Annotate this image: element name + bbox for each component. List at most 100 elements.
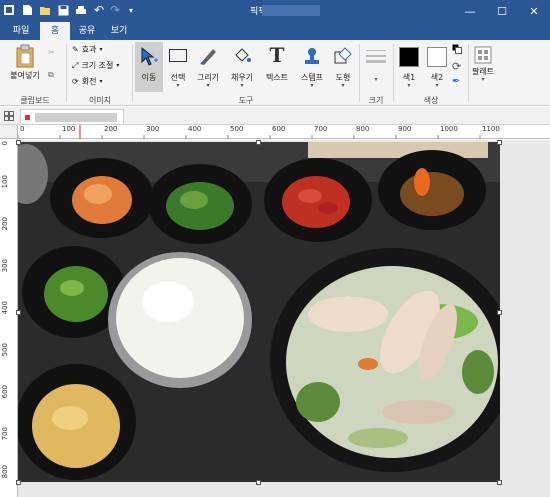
ruler-tick-label: 400 bbox=[1, 301, 9, 315]
ruler-tick-label: 900 bbox=[398, 125, 412, 133]
tab-file[interactable]: 파일 bbox=[6, 22, 36, 40]
fill-tool-button[interactable]: 채우기 ▾ bbox=[228, 42, 256, 92]
divider bbox=[132, 44, 133, 102]
resize-handle[interactable] bbox=[256, 140, 261, 145]
stroke-size-dropdown-icon[interactable]: ▾ bbox=[363, 76, 389, 83]
select-tool-button[interactable]: 선택 ▾ bbox=[164, 42, 192, 92]
cut-icon[interactable]: ✂ bbox=[48, 48, 55, 57]
canvas-area[interactable] bbox=[16, 140, 550, 497]
undo-icon[interactable]: ↶ bbox=[92, 3, 106, 17]
document-name-redacted bbox=[35, 113, 117, 122]
shape-tool-button[interactable]: 도형 ▾ bbox=[329, 42, 357, 92]
ruler-tick-label: 100 bbox=[1, 175, 9, 189]
color-group-label: 색상 bbox=[423, 96, 439, 105]
tab-view[interactable]: 보기 bbox=[104, 22, 134, 40]
ruler-tick-label: 200 bbox=[1, 217, 9, 231]
ruler-tick-label: 300 bbox=[1, 259, 9, 273]
copy-icon[interactable]: ⧉ bbox=[48, 70, 54, 80]
unsaved-indicator-icon bbox=[25, 115, 30, 120]
swap-colors-icon[interactable] bbox=[452, 44, 462, 54]
save-icon[interactable] bbox=[56, 3, 70, 17]
select-dropdown-icon[interactable]: ▾ bbox=[164, 82, 192, 89]
tab-grid-icon[interactable] bbox=[4, 111, 14, 124]
paste-button[interactable]: 붙여넣기 bbox=[4, 40, 46, 92]
minimize-button[interactable]: — bbox=[454, 0, 486, 22]
text-icon: T bbox=[269, 43, 285, 67]
move-label: 이동 bbox=[141, 73, 157, 82]
ruler-corner bbox=[0, 125, 18, 139]
ruler-tick-label: 800 bbox=[356, 125, 370, 133]
color2-button[interactable]: 색2 ▾ bbox=[424, 42, 450, 92]
divider bbox=[66, 44, 67, 102]
canvas-image[interactable] bbox=[18, 142, 500, 482]
divider bbox=[468, 44, 469, 102]
clipboard-group-label: 클립보드 bbox=[20, 96, 50, 105]
document-tab[interactable] bbox=[20, 109, 124, 124]
ruler-tick-label: 300 bbox=[146, 125, 160, 133]
ruler-tick-label: 500 bbox=[1, 343, 9, 357]
move-icon bbox=[139, 46, 159, 70]
move-tool-button[interactable]: 이동 bbox=[135, 42, 163, 92]
ruler-tick-label: 700 bbox=[314, 125, 328, 133]
resize-handle[interactable] bbox=[256, 480, 261, 485]
redo-icon[interactable]: ↷ bbox=[108, 3, 122, 17]
palette-button[interactable]: 팔레트 ▾ bbox=[470, 42, 496, 92]
customize-icon[interactable]: ▾ bbox=[124, 3, 138, 17]
ruler-tick-label: 800 bbox=[1, 465, 9, 479]
stamp-dropdown-icon[interactable]: ▾ bbox=[297, 82, 327, 89]
ruler-tick-label: 500 bbox=[230, 125, 244, 133]
ruler-tick-label: 700 bbox=[1, 427, 9, 441]
resize-label: 크기 조절 bbox=[81, 61, 114, 70]
eyedropper-icon[interactable]: ✒ bbox=[452, 76, 460, 87]
reset-colors-icon[interactable]: ⟳ bbox=[452, 60, 461, 73]
ruler-tick-label: 100 bbox=[62, 125, 76, 133]
stamp-tool-button[interactable]: 스탬프 ▾ bbox=[297, 42, 327, 92]
vertical-ruler: 0 100 200 300 400 500 600 700 800 bbox=[0, 139, 18, 497]
draw-dropdown-icon[interactable]: ▾ bbox=[194, 82, 222, 89]
open-icon[interactable] bbox=[38, 3, 52, 17]
paste-icon bbox=[15, 44, 35, 70]
app-menu-icon[interactable] bbox=[2, 3, 16, 17]
rotate-button[interactable]: ⟳ 회전 ▾ bbox=[72, 76, 102, 87]
close-button[interactable]: ✕ bbox=[518, 0, 550, 22]
color2-dropdown-icon[interactable]: ▾ bbox=[424, 82, 450, 89]
ruler-tick-label: 600 bbox=[272, 125, 286, 133]
shape-icon bbox=[333, 46, 353, 68]
image-group-label: 이미지 bbox=[88, 96, 112, 105]
ruler-tick-label: 200 bbox=[104, 125, 118, 133]
maximize-button[interactable]: ☐ bbox=[486, 0, 518, 22]
palette-icon bbox=[474, 46, 492, 66]
palette-dropdown-icon[interactable]: ▾ bbox=[470, 76, 496, 83]
resize-handle[interactable] bbox=[497, 480, 502, 485]
shape-dropdown-icon[interactable]: ▾ bbox=[329, 82, 357, 89]
ruler-tick-label: 1000 bbox=[440, 125, 458, 133]
text-tool-button[interactable]: T 텍스트 bbox=[262, 42, 292, 92]
title-filename-redacted bbox=[262, 5, 320, 16]
title-bar: ↶ ↷ ▾ 픽픽 - — ☐ ✕ bbox=[0, 0, 550, 22]
print-icon[interactable] bbox=[74, 3, 88, 17]
tab-home[interactable]: 홈 bbox=[40, 22, 70, 40]
resize-button[interactable]: ⤢ 크기 조절 ▾ bbox=[72, 60, 119, 71]
resize-handle[interactable] bbox=[16, 310, 21, 315]
resize-handle[interactable] bbox=[497, 140, 502, 145]
resize-handle[interactable] bbox=[16, 480, 21, 485]
document-tab-strip bbox=[0, 107, 550, 125]
ruler-tick-label: 400 bbox=[188, 125, 202, 133]
effect-icon: ✎ bbox=[72, 45, 79, 54]
effect-label: 효과 bbox=[81, 45, 97, 54]
stroke-size-button[interactable]: ▾ bbox=[363, 42, 389, 92]
color2-swatch bbox=[427, 47, 447, 67]
rotate-label: 회전 bbox=[81, 77, 97, 86]
ruler-tick-label: 0 bbox=[1, 141, 9, 146]
fill-dropdown-icon[interactable]: ▾ bbox=[228, 82, 256, 89]
color1-button[interactable]: 색1 ▾ bbox=[396, 42, 422, 92]
resize-handle[interactable] bbox=[497, 310, 502, 315]
ruler-tick-label: 1100 bbox=[482, 125, 500, 133]
tab-share[interactable]: 공유 bbox=[72, 22, 102, 40]
draw-tool-button[interactable]: 그리기 ▾ bbox=[194, 42, 222, 92]
color1-dropdown-icon[interactable]: ▾ bbox=[396, 82, 422, 89]
resize-handle[interactable] bbox=[16, 140, 21, 145]
ruler-tick-label: 600 bbox=[1, 385, 9, 399]
effect-button[interactable]: ✎ 효과 ▾ bbox=[72, 44, 102, 55]
new-icon[interactable] bbox=[20, 3, 34, 17]
